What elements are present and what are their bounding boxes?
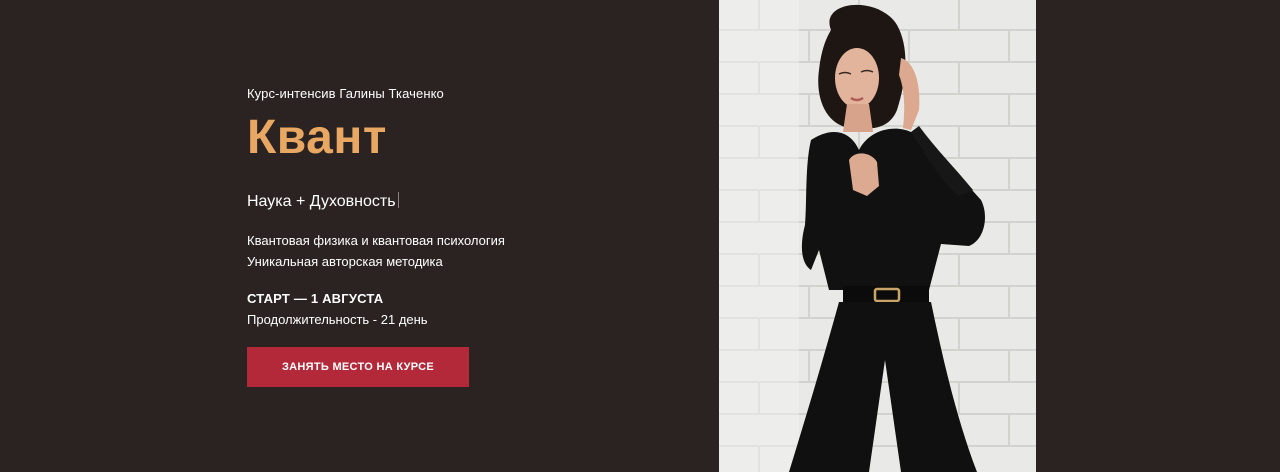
course-description-line: Квантовая физика и квантовая психология xyxy=(247,233,505,248)
course-title: Квант xyxy=(247,111,387,164)
portrait-photo-icon xyxy=(719,0,1036,472)
course-eyebrow: Курс-интенсив Галины Ткаченко xyxy=(247,86,444,101)
author-photo xyxy=(719,0,1036,472)
course-description-line: Уникальная авторская методика xyxy=(247,254,443,269)
course-duration: Продолжительность - 21 день xyxy=(247,312,428,327)
text-caret xyxy=(397,192,399,208)
course-tagline: Наука + Духовность xyxy=(247,192,399,211)
hero-section: Курс-интенсив Галины Ткаченко Квант Наук… xyxy=(0,0,1280,472)
tagline-text: Наука + Духовность xyxy=(247,193,396,210)
course-start-date: СТАРТ — 1 АВГУСТА xyxy=(247,291,384,306)
enroll-button[interactable]: ЗАНЯТЬ МЕСТО НА КУРСЕ xyxy=(247,347,469,387)
